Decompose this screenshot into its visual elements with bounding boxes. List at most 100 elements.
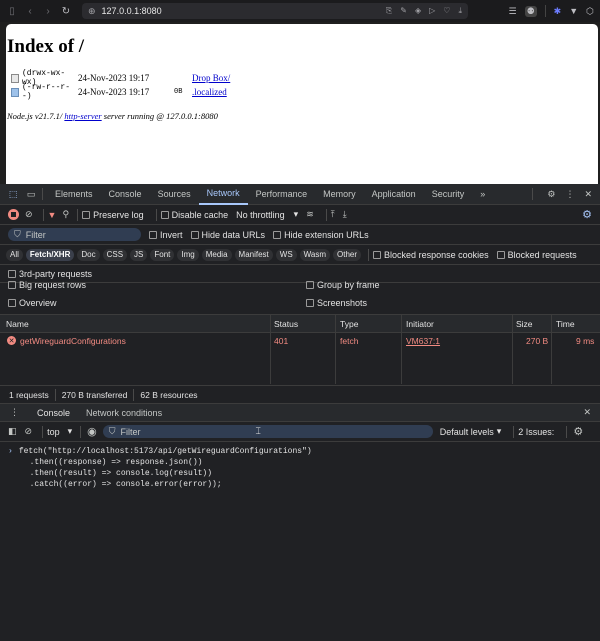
chip-manifest[interactable]: Manifest [234, 248, 273, 261]
big-request-rows-checkbox[interactable]: Big request rows [8, 280, 86, 290]
tab-network[interactable]: Network [198, 184, 248, 205]
drawer-tab-console[interactable]: Console [29, 404, 78, 422]
throttling-select[interactable]: No throttling ▾ [236, 209, 298, 220]
extension-b-icon[interactable]: ▼ [569, 6, 578, 16]
checkbox[interactable] [496, 250, 505, 259]
checkbox[interactable] [306, 281, 314, 289]
extension-a-icon[interactable]: ✱ [554, 6, 562, 17]
live-expression-eye-icon[interactable]: ◉ [87, 425, 97, 438]
request-initiator-link[interactable]: VM637:1 [406, 336, 440, 346]
back-icon[interactable]: ‹ [24, 6, 36, 17]
edit-icon[interactable]: ✎ [400, 6, 407, 16]
clear-icon[interactable]: ⊘ [25, 209, 33, 220]
checkbox[interactable] [82, 210, 91, 219]
hide-extension-urls-checkbox[interactable]: Hide extension URLs [273, 230, 369, 240]
search-icon[interactable]: ⚲ [62, 209, 69, 220]
extensions-icon[interactable]: ☰ [509, 6, 517, 17]
inspect-icon[interactable]: ⬚ [6, 189, 20, 200]
heart-icon[interactable]: ♡ [443, 6, 450, 16]
disable-cache-checkbox[interactable]: Disable cache [160, 210, 228, 220]
network-conditions-icon[interactable]: ≋ [306, 209, 314, 220]
blocked-requests-checkbox[interactable]: Blocked requests [496, 250, 577, 260]
context-select[interactable]: top ▾ [47, 426, 72, 437]
forward-icon[interactable]: › [42, 6, 54, 17]
tab-security[interactable]: Security [424, 184, 473, 205]
group-by-frame-checkbox[interactable]: Group by frame [306, 280, 380, 290]
chip-ws[interactable]: WS [275, 248, 297, 261]
device-toolbar-icon[interactable]: ▭ [24, 189, 38, 200]
shield-icon[interactable]: ◈ [415, 6, 421, 16]
checkbox[interactable] [190, 230, 199, 239]
column-header-size[interactable]: Size [516, 319, 533, 329]
column-header-status[interactable]: Status [274, 319, 298, 329]
chip-fetch-xhr[interactable]: Fetch/XHR [25, 248, 75, 261]
reload-icon[interactable]: ↻ [60, 6, 72, 17]
checkbox[interactable] [373, 250, 382, 259]
more-options-icon[interactable]: ⋮ [565, 189, 574, 200]
record-icon[interactable] [8, 209, 19, 220]
site-info-icon[interactable]: ⊕ [88, 6, 96, 17]
tab-elements[interactable]: Elements [47, 184, 101, 205]
address-bar[interactable]: ⊕ 127.0.0.1:8080 ⎘ ✎ ◈ ▷ ♡ ⤓ [82, 3, 468, 19]
more-tabs-icon[interactable]: » [472, 184, 493, 205]
network-settings-icon[interactable]: ⚙ [582, 208, 592, 221]
table-row[interactable]: ✕ getWireguardConfigurations 401 fetch V… [0, 333, 600, 349]
log-levels-select[interactable]: Default levels ▾ [440, 426, 502, 437]
checkbox[interactable] [273, 230, 282, 239]
screenshots-checkbox[interactable]: Screenshots [306, 298, 367, 308]
download-har-icon[interactable]: ⤓ [343, 209, 347, 220]
chip-font[interactable]: Font [150, 248, 175, 261]
console-filter-input[interactable]: ⛉ Filter ⌶ [102, 425, 433, 438]
close-drawer-icon[interactable]: ✕ [583, 407, 600, 418]
tab-application[interactable]: Application [364, 184, 424, 205]
preserve-log-checkbox[interactable]: Preserve log [82, 210, 144, 220]
checkbox[interactable] [8, 281, 16, 289]
checkbox[interactable] [149, 230, 157, 239]
drawer-tab-network-conditions[interactable]: Network conditions [78, 404, 170, 422]
clear-console-icon[interactable]: ⊘ [25, 426, 33, 437]
chip-doc[interactable]: Doc [77, 248, 100, 261]
checkbox[interactable] [160, 210, 169, 219]
tab-performance[interactable]: Performance [248, 184, 316, 205]
upload-har-icon[interactable]: ⤒ [331, 209, 335, 220]
chip-css[interactable]: CSS [102, 248, 128, 261]
sidebar-toggle-icon[interactable]: ▯ [6, 6, 18, 17]
profile-icon[interactable]: ⚉ [524, 5, 537, 17]
column-header-time[interactable]: Time [556, 319, 575, 329]
tab-memory[interactable]: Memory [315, 184, 364, 205]
extension-c-icon[interactable]: ⬡ [586, 6, 594, 17]
invert-checkbox[interactable]: Invert [149, 230, 183, 240]
blocked-response-cookies-checkbox[interactable]: Blocked response cookies [373, 250, 489, 260]
console-settings-icon[interactable]: ⚙ [573, 425, 583, 438]
http-server-link[interactable]: http-server [64, 111, 101, 121]
chip-media[interactable]: Media [201, 248, 232, 261]
sidebar-toggle-icon[interactable]: ◧ [8, 426, 17, 437]
column-header-initiator[interactable]: Initiator [406, 319, 434, 329]
hide-data-urls-checkbox[interactable]: Hide data URLs [190, 230, 265, 240]
checkbox[interactable] [8, 299, 16, 307]
overview-checkbox[interactable]: Overview [8, 298, 57, 308]
play-icon[interactable]: ▷ [429, 6, 435, 16]
chip-js[interactable]: JS [130, 248, 148, 261]
checkbox[interactable] [306, 299, 314, 307]
tab-console[interactable]: Console [101, 184, 150, 205]
column-header-name[interactable]: Name [6, 319, 29, 329]
column-header-type[interactable]: Type [340, 319, 358, 329]
close-icon[interactable]: ✕ [584, 189, 592, 200]
settings-gear-icon[interactable]: ⚙ [547, 189, 555, 200]
request-name[interactable]: getWireguardConfigurations [20, 336, 126, 346]
filter-input[interactable]: ⛉ Filter [8, 228, 141, 241]
share-icon[interactable]: ⎘ [386, 6, 392, 16]
console-input-area[interactable]: › fetch("http://localhost:5173/api/getWir… [0, 442, 600, 641]
chip-img[interactable]: Img [177, 248, 199, 261]
filter-funnel-icon[interactable]: ▼ [48, 210, 57, 220]
download-icon[interactable]: ⤓ [458, 6, 462, 16]
chip-all[interactable]: All [6, 248, 23, 261]
tab-sources[interactable]: Sources [150, 184, 199, 205]
chip-wasm[interactable]: Wasm [299, 248, 331, 261]
file-link[interactable]: Drop Box/ [192, 73, 230, 83]
drawer-menu-icon[interactable]: ⋮ [0, 407, 29, 418]
issues-button[interactable]: 2 Issues: [518, 427, 554, 437]
file-link[interactable]: .localized [192, 87, 227, 97]
chip-other[interactable]: Other [333, 248, 362, 261]
